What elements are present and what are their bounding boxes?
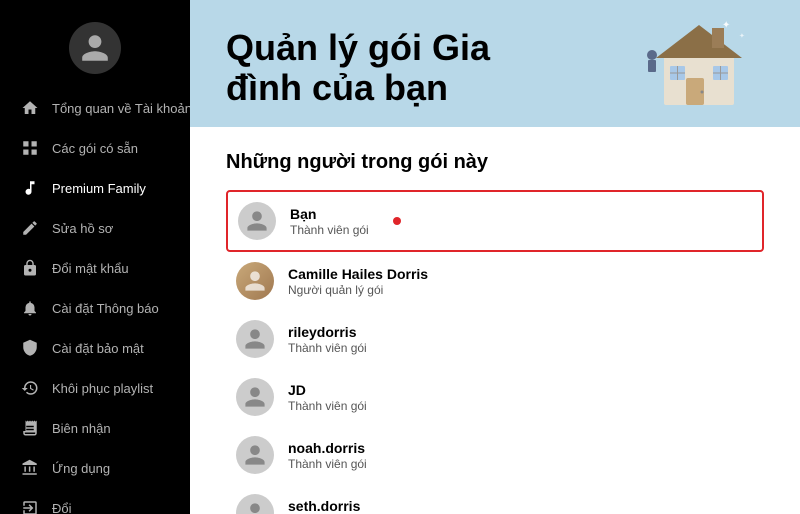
nav-list: Tổng quan về Tài khoản Các gói có sẵn Pr… — [0, 88, 190, 514]
member-role-noah: Thành viên gói — [288, 457, 367, 471]
receipt-icon — [20, 418, 40, 438]
sidebar-item-edit-profile[interactable]: Sửa hồ sơ — [0, 208, 190, 248]
member-item-camille[interactable]: Camille Hailes Dorris Người quản lý gói — [226, 252, 764, 310]
sidebar-item-plans[interactable]: Các gói có sẵn — [0, 128, 190, 168]
member-info-camille: Camille Hailes Dorris Người quản lý gói — [288, 265, 428, 297]
header-banner: Quản lý gói Gia đình của bạn ✦ ✦ ✦ — [190, 0, 800, 127]
sidebar-label-notifications: Cài đặt Thông báo — [52, 301, 159, 316]
house-illustration: ✦ ✦ ✦ — [634, 10, 764, 105]
signout-icon — [20, 498, 40, 514]
sidebar-item-premium-family[interactable]: Premium Family — [0, 168, 190, 208]
member-avatar-ban — [238, 202, 276, 240]
sidebar: Tổng quan về Tài khoản Các gói có sẵn Pr… — [0, 0, 190, 514]
member-info-riley: rileydorris Thành viên gói — [288, 323, 367, 355]
members-section-title: Những người trong gói này — [226, 151, 764, 174]
member-item-riley[interactable]: rileydorris Thành viên gói — [226, 310, 764, 368]
restore-icon — [20, 378, 40, 398]
pen-icon — [20, 218, 40, 238]
member-role-ban: Thành viên gói — [290, 223, 369, 237]
member-info-ban: Bạn Thành viên gói — [290, 205, 369, 237]
sidebar-label-change-password: Đổi mật khẩu — [52, 261, 129, 276]
member-role-camille: Người quản lý gói — [288, 283, 428, 297]
sidebar-item-security[interactable]: Cài đặt bảo mật — [0, 328, 190, 368]
red-dot-indicator — [393, 217, 401, 225]
sidebar-label-security: Cài đặt bảo mật — [52, 341, 144, 356]
svg-text:✦: ✦ — [739, 32, 745, 40]
member-role-riley: Thành viên gói — [288, 341, 367, 355]
member-item-seth[interactable]: seth.dorris Thành viên gói — [226, 484, 764, 514]
member-name-seth: seth.dorris — [288, 497, 367, 514]
member-avatar-riley — [236, 320, 274, 358]
member-name-noah: noah.dorris — [288, 439, 367, 457]
avatar-section — [0, 0, 190, 88]
member-item-noah[interactable]: noah.dorris Thành viên gói — [226, 426, 764, 484]
sidebar-item-change-password[interactable]: Đổi mật khẩu — [0, 248, 190, 288]
member-avatar-jd — [236, 378, 274, 416]
lock-icon — [20, 258, 40, 278]
sidebar-label-restore-playlist: Khôi phục playlist — [52, 381, 153, 396]
sidebar-item-receipts[interactable]: Biên nhận — [0, 408, 190, 448]
sidebar-label-premium-family: Premium Family — [52, 181, 146, 196]
sidebar-label-apps: Ứng dụng — [52, 461, 110, 476]
main-content: Quản lý gói Gia đình của bạn ✦ ✦ ✦ — [190, 0, 800, 514]
sidebar-label-edit-profile: Sửa hồ sơ — [52, 221, 113, 236]
apps-icon — [20, 458, 40, 478]
member-name-camille: Camille Hailes Dorris — [288, 265, 428, 283]
user-avatar — [69, 22, 121, 74]
member-name-riley: rileydorris — [288, 323, 367, 341]
sidebar-item-logout[interactable]: Đổi — [0, 488, 190, 514]
member-list: Bạn Thành viên gói Camille Hailes Dorris… — [226, 190, 764, 514]
member-role-jd: Thành viên gói — [288, 399, 367, 413]
sidebar-label-receipts: Biên nhận — [52, 421, 111, 436]
member-info-jd: JD Thành viên gói — [288, 381, 367, 413]
member-avatar-camille — [236, 262, 274, 300]
member-avatar-seth — [236, 494, 274, 514]
bell-icon — [20, 298, 40, 318]
grid-icon — [20, 138, 40, 158]
sidebar-label-plans: Các gói có sẵn — [52, 141, 138, 156]
sidebar-label-logout: Đổi — [52, 501, 72, 514]
member-info-noah: noah.dorris Thành viên gói — [288, 439, 367, 471]
sidebar-item-notifications[interactable]: Cài đặt Thông báo — [0, 288, 190, 328]
sidebar-label-overview: Tổng quan về Tài khoản — [52, 101, 190, 116]
sidebar-item-overview[interactable]: Tổng quan về Tài khoản — [0, 88, 190, 128]
member-item-ban[interactable]: Bạn Thành viên gói — [226, 190, 764, 252]
shield-icon — [20, 338, 40, 358]
member-info-seth: seth.dorris Thành viên gói — [288, 497, 367, 514]
member-name-jd: JD — [288, 381, 367, 399]
member-name-ban: Bạn — [290, 205, 369, 223]
page-title: Quản lý gói Gia đình của bạn — [226, 28, 522, 107]
home-icon — [20, 98, 40, 118]
sidebar-item-apps[interactable]: Ứng dụng — [0, 448, 190, 488]
member-item-jd[interactable]: JD Thành viên gói — [226, 368, 764, 426]
member-avatar-noah — [236, 436, 274, 474]
sidebar-item-restore-playlist[interactable]: Khôi phục playlist — [0, 368, 190, 408]
content-area: Những người trong gói này Bạn Thành viên… — [190, 127, 800, 514]
music-icon — [20, 178, 40, 198]
